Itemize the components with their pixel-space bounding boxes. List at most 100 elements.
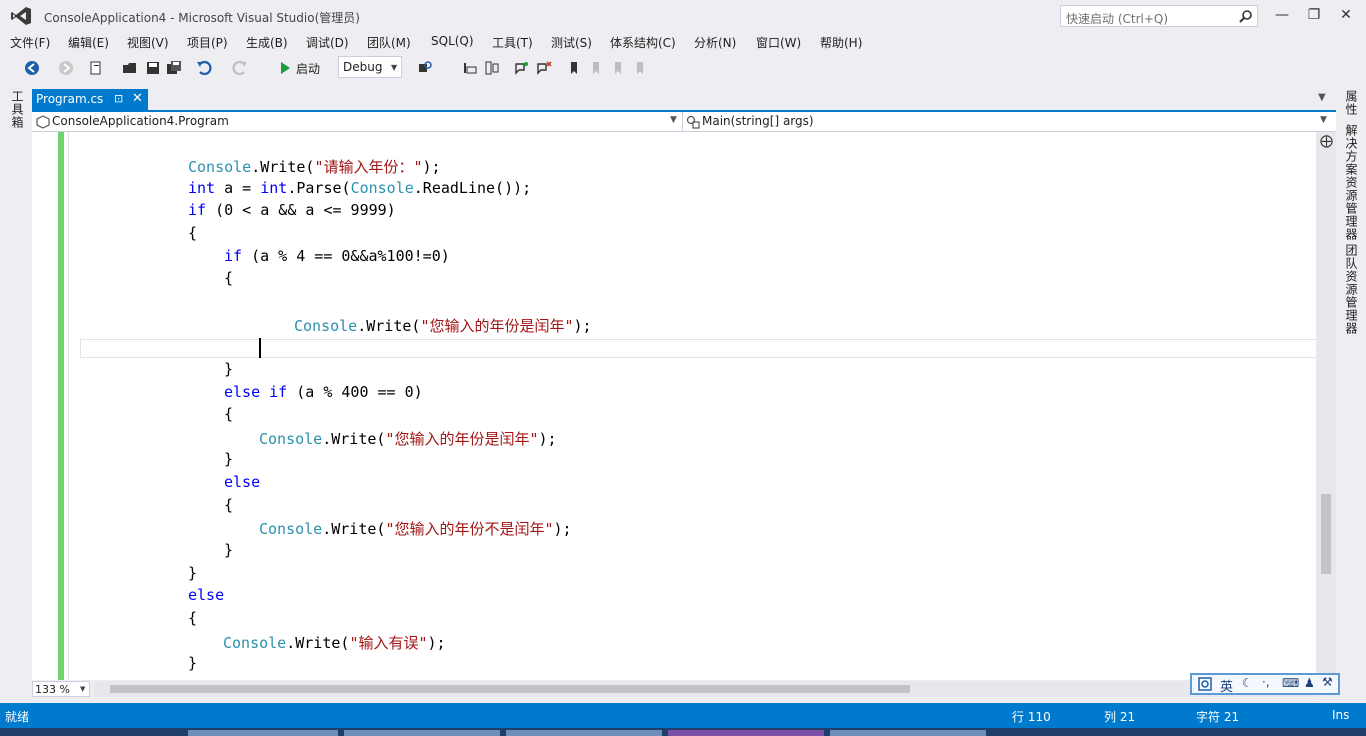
member-dropdown[interactable]: Main(string[] args) ▼ [684, 112, 1334, 131]
object-browser-icon[interactable] [484, 60, 500, 76]
split-handle-icon[interactable]: ⨁ [1320, 134, 1333, 149]
code-token: { [224, 269, 234, 288]
bookmark-icon[interactable] [566, 60, 582, 76]
start-debugging-icon[interactable] [277, 60, 293, 76]
vertical-scroll-thumb[interactable] [1321, 494, 1331, 574]
status-bar: 就绪 行 110 列 21 字符 21 Ins [0, 703, 1366, 728]
menu-analyze[interactable]: 分析(N) [694, 34, 736, 51]
code-token: if [188, 201, 207, 220]
close-button[interactable]: ✕ [1334, 4, 1358, 26]
code-line: } [188, 654, 197, 672]
quick-launch-input[interactable]: 快速启动 (Ctrl+Q) [1060, 5, 1258, 27]
ime-language-mode[interactable]: 英 [1220, 676, 1233, 695]
member-dropdown-value: Main(string[] args) [702, 114, 814, 128]
open-file-icon[interactable] [122, 60, 138, 76]
code-token: "您输入的年份是闰年" [385, 429, 539, 448]
menu-build[interactable]: 生成(B) [246, 34, 288, 51]
class-view-icon[interactable] [462, 60, 478, 76]
menu-test[interactable]: 测试(S) [551, 34, 592, 51]
status-char: 字符 21 [1196, 710, 1240, 724]
code-line: Console.Write("您输入的年份是闰年"); [259, 428, 557, 449]
class-dropdown[interactable]: ConsoleApplication4.Program ▼ [32, 112, 683, 131]
ime-logo-icon[interactable] [1198, 677, 1212, 691]
code-editor[interactable]: Console.Write("请输入年份："); int a = int.Pars… [32, 132, 1336, 680]
menu-debug[interactable]: 调试(D) [306, 34, 349, 51]
taskbar-item[interactable] [830, 730, 986, 736]
moon-icon[interactable]: ☾ [1242, 676, 1253, 690]
taskbar-item[interactable] [188, 730, 338, 736]
code-token: Console [188, 158, 252, 176]
user-icon[interactable]: ♟ [1304, 676, 1315, 690]
code-token: Console [259, 429, 323, 448]
search-icon[interactable] [1239, 9, 1253, 23]
visual-studio-logo-icon [11, 7, 31, 25]
code-token: .Write( [286, 633, 350, 652]
tab-program-cs[interactable]: Program.cs ⊡ ✕ [32, 89, 148, 110]
save-icon[interactable] [145, 60, 161, 76]
restore-button[interactable]: ❐ [1302, 4, 1326, 26]
zoom-level-value: 133 % [35, 683, 70, 696]
code-line: Console.Write("您输入的年份是闰年"); [294, 315, 592, 336]
minimize-button[interactable]: — [1270, 4, 1294, 26]
menu-team[interactable]: 团队(M) [367, 34, 411, 51]
chevron-down-icon: ▼ [80, 685, 86, 693]
menu-tools[interactable]: 工具(T) [492, 34, 533, 51]
solution-configuration-select[interactable]: Debug ▼ [338, 56, 402, 78]
code-token: { [224, 495, 234, 514]
code-token: .Write( [251, 158, 315, 176]
code-token: ); [573, 316, 592, 335]
horizontal-scroll-thumb[interactable] [110, 685, 910, 693]
chevron-down-icon: ▼ [391, 63, 398, 72]
menu-architecture[interactable]: 体系结构(C) [610, 34, 676, 51]
navigate-back-icon[interactable] [24, 60, 40, 76]
keyboard-icon[interactable]: ⌨ [1282, 676, 1299, 690]
save-all-icon[interactable] [166, 60, 182, 76]
wrench-icon[interactable]: ⚒ [1322, 675, 1333, 689]
solution-explorer-tab[interactable]: 解决方案资源管理器 [1343, 124, 1360, 241]
menu-edit[interactable]: 编辑(E) [68, 34, 109, 51]
status-line: 行 110 [1012, 710, 1051, 724]
code-token: "您输入的年份不是闰年" [385, 520, 554, 539]
properties-tab[interactable]: 属性 [1343, 90, 1360, 116]
taskbar-item-visual-studio[interactable] [668, 730, 824, 736]
start-button-label[interactable]: 启动 [296, 60, 320, 77]
uncomment-icon[interactable] [536, 60, 552, 76]
horizontal-scrollbar[interactable] [94, 681, 1316, 697]
text-caret [259, 338, 261, 358]
undo-icon[interactable] [196, 60, 212, 76]
team-explorer-tab[interactable]: 团队资源管理器 [1343, 244, 1360, 335]
find-in-files-icon[interactable] [417, 60, 433, 76]
code-token: .Write( [322, 520, 386, 539]
menu-view[interactable]: 视图(V) [127, 34, 169, 51]
code-token: (a % 400 == 0) [287, 382, 423, 401]
menu-sql[interactable]: SQL(Q) [431, 34, 474, 48]
code-token: ); [427, 633, 446, 652]
vertical-scrollbar[interactable]: ⨁ [1316, 132, 1336, 680]
punctuation-icon[interactable]: ·, [1262, 675, 1270, 689]
menu-project[interactable]: 项目(P) [187, 34, 228, 51]
title-bar: ConsoleApplication4 - Microsoft Visual S… [0, 0, 1366, 32]
code-token: ); [553, 520, 572, 539]
code-token: "输入有误" [349, 633, 428, 652]
pin-icon[interactable]: ⊡ [114, 92, 123, 105]
code-token: "您输入的年份是闰年" [420, 316, 574, 335]
prev-bookmark-icon [593, 62, 599, 74]
code-token: else [224, 473, 261, 492]
menu-file[interactable]: 文件(F) [10, 34, 50, 51]
code-token: .ReadLine()); [413, 178, 532, 197]
menu-window[interactable]: 窗口(W) [756, 34, 801, 51]
code-token: if [224, 246, 243, 265]
tab-overflow-icon[interactable]: ▼ [1318, 92, 1326, 103]
toolbox-strip: 工具箱 [0, 88, 32, 688]
code-token: } [224, 359, 234, 378]
new-project-icon[interactable] [88, 60, 104, 76]
taskbar-item[interactable] [506, 730, 662, 736]
comment-icon[interactable] [514, 60, 530, 76]
redo-icon[interactable] [232, 60, 248, 76]
close-icon[interactable]: ✕ [132, 91, 143, 106]
menu-help[interactable]: 帮助(H) [820, 34, 862, 51]
zoom-level-select[interactable]: 133 % ▼ [32, 681, 90, 697]
toolbox-tab[interactable]: 工具箱 [9, 90, 26, 129]
taskbar-item[interactable] [344, 730, 500, 736]
navigate-forward-icon[interactable] [58, 60, 74, 76]
